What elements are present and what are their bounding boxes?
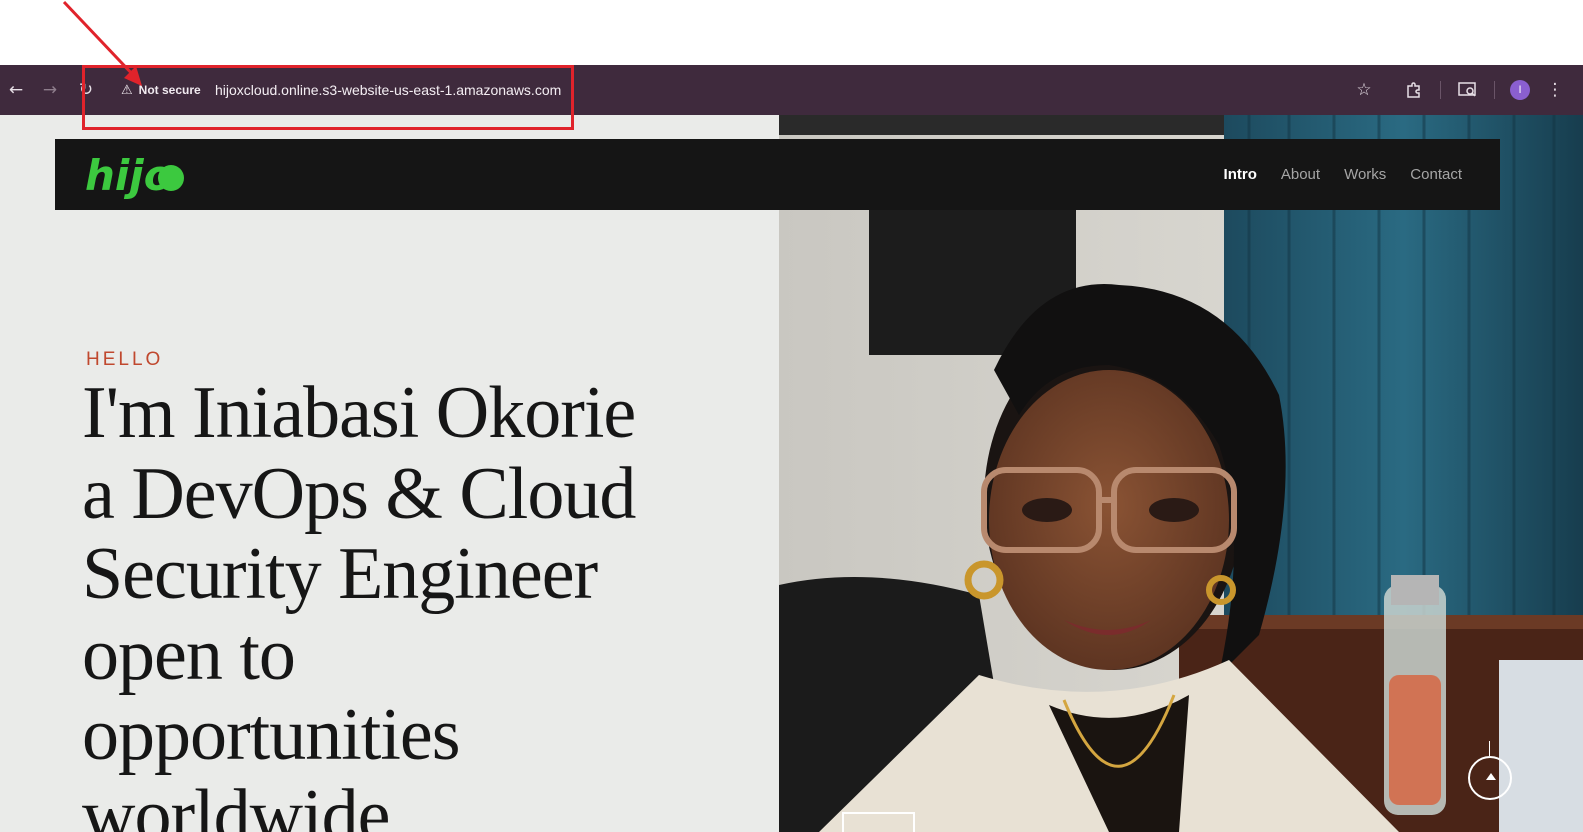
nav-item-contact[interactable]: Contact — [1410, 166, 1462, 183]
hero-line: worldwide — [82, 774, 391, 832]
hero-headline: I'm Iniabasi Okorie a DevOps & Cloud Sec… — [82, 373, 762, 832]
star-icon[interactable]: ☆ — [1352, 65, 1376, 115]
site-nav-links: Intro About Works Contact — [1224, 139, 1462, 210]
menu-dots-icon[interactable]: ⋮ — [1545, 65, 1565, 115]
site-navbar: hijo Intro About Works Contact — [55, 139, 1500, 210]
address-bar-url[interactable]: hijoxcloud.online.s3-website-us-east-1.a… — [215, 65, 561, 115]
screen-search-icon[interactable] — [1455, 65, 1481, 115]
security-label: Not secure — [138, 83, 201, 97]
site-logo[interactable]: hijo — [83, 147, 193, 212]
nav-item-intro[interactable]: Intro — [1224, 166, 1257, 183]
web-page: hijo Intro About Works Contact HELLO I'm… — [0, 115, 1583, 832]
security-indicator[interactable]: ⚠ Not secure — [121, 65, 201, 115]
nav-item-works[interactable]: Works — [1344, 166, 1386, 183]
browser-toolbar: ← → ↻ ⚠ Not secure hijoxcloud.online.s3-… — [0, 65, 1583, 115]
arrow-up-icon — [1486, 773, 1496, 780]
hero-line: open to — [82, 613, 296, 696]
nav-item-about[interactable]: About — [1281, 166, 1320, 183]
screenshot-top-margin — [0, 0, 1583, 65]
scroll-to-top-button[interactable] — [1468, 756, 1512, 800]
hero-kicker: HELLO — [86, 349, 164, 370]
hero-line: opportunities — [82, 694, 461, 776]
extension-icon[interactable] — [1402, 65, 1426, 115]
scroll-top-line — [1489, 741, 1490, 756]
forward-arrow-icon[interactable]: → — [38, 65, 62, 115]
hero-line: Security Engineer — [82, 533, 598, 615]
hero-line: a DevOps & Cloud — [82, 452, 636, 535]
warning-icon: ⚠ — [121, 82, 133, 98]
toolbar-divider — [1440, 81, 1441, 99]
profile-avatar[interactable]: I — [1510, 80, 1530, 100]
scroll-indicator-box[interactable] — [842, 812, 915, 832]
hero-portrait-image — [779, 115, 1583, 832]
reload-icon[interactable]: ↻ — [74, 65, 98, 115]
hero-line: I'm Iniabasi Okorie — [82, 372, 636, 454]
toolbar-divider — [1494, 81, 1495, 99]
back-arrow-icon[interactable]: ← — [4, 65, 28, 115]
